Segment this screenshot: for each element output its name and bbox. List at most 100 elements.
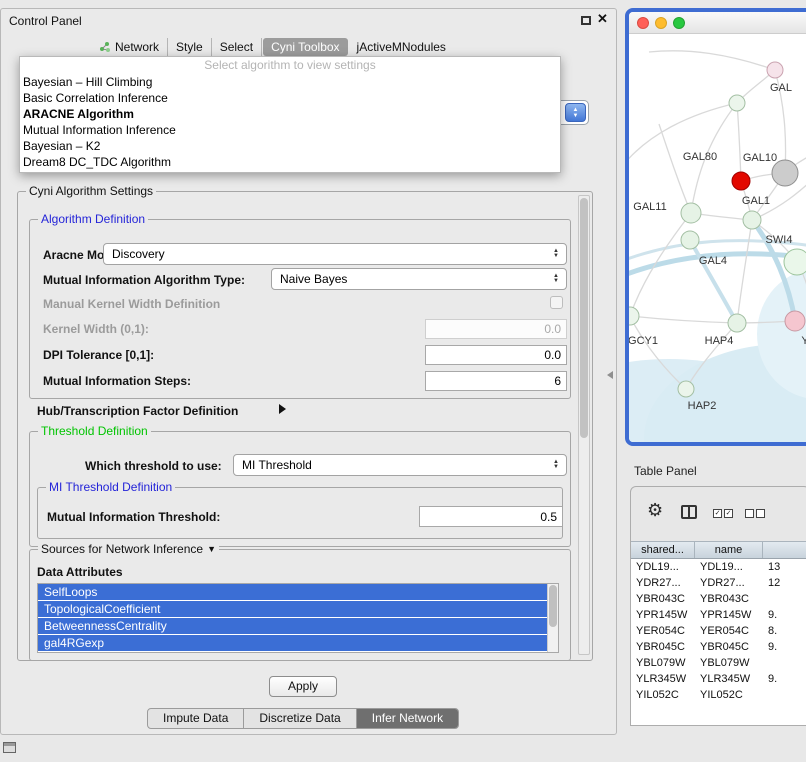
- combo-arrows-icon: ▲ ▼: [550, 460, 566, 470]
- which-threshold-combobox[interactable]: MI Threshold ▲ ▼: [233, 454, 567, 476]
- table-cell[interactable]: YLR345W: [695, 673, 763, 685]
- network-node[interactable]: [767, 62, 783, 78]
- network-node[interactable]: [785, 311, 805, 331]
- table-cell[interactable]: YBR045C: [695, 641, 763, 653]
- columns-icon[interactable]: [681, 505, 697, 519]
- network-window-titlebar[interactable]: [629, 12, 806, 34]
- tab-cyni-toolbox[interactable]: Cyni Toolbox: [263, 38, 347, 56]
- network-node-highlighted[interactable]: [732, 172, 750, 190]
- select-all-icon[interactable]: ✓: [724, 509, 733, 518]
- settings-scrollbar[interactable]: [578, 195, 590, 655]
- sources-title[interactable]: Sources for Network Inference ▼: [38, 542, 219, 556]
- network-node[interactable]: [681, 203, 701, 223]
- table-cell[interactable]: 9.: [763, 673, 806, 685]
- table-cell[interactable]: 12: [763, 577, 806, 589]
- settings-gear-icon[interactable]: ⚙: [647, 501, 663, 519]
- table-cell[interactable]: YBL079W: [695, 657, 763, 669]
- network-node[interactable]: [629, 307, 639, 325]
- column-header[interactable]: [763, 542, 806, 558]
- list-item-selected[interactable]: gal4RGexp: [38, 635, 547, 652]
- table-cell[interactable]: YLR345W: [631, 673, 695, 685]
- manual-kernel-checkbox[interactable]: [550, 296, 563, 309]
- table-cell[interactable]: YPR145W: [631, 609, 695, 621]
- tab-style[interactable]: Style: [168, 38, 212, 56]
- table-body: YDL19... YDL19... 13 YDR27... YDR27... 1…: [631, 559, 806, 725]
- network-view-window[interactable]: GAL GAL80 GAL10 GAL11 GAL1 SWI4 GAL4 GCY…: [625, 8, 806, 446]
- splitter-collapse-icon[interactable]: [607, 371, 613, 379]
- mi-algorithm-type-combobox[interactable]: Naive Bayes ▲ ▼: [271, 268, 567, 290]
- tab-network[interactable]: Network: [91, 38, 168, 56]
- aracne-mode-combobox[interactable]: Discovery ▲ ▼: [103, 243, 567, 265]
- dpi-tolerance-field[interactable]: [425, 345, 567, 365]
- mi-threshold-label: Mutual Information Threshold:: [47, 510, 220, 524]
- close-icon[interactable]: ✕: [597, 11, 608, 27]
- list-item-selected[interactable]: BetweennessCentrality: [38, 618, 547, 635]
- network-node[interactable]: [728, 314, 746, 332]
- network-canvas[interactable]: GAL GAL80 GAL10 GAL11 GAL1 SWI4 GAL4 GCY…: [629, 34, 806, 442]
- table-cell[interactable]: YIL052C: [695, 689, 763, 701]
- deselect-all-icon[interactable]: [745, 509, 754, 518]
- table-cell[interactable]: YDR27...: [695, 577, 763, 589]
- mi-threshold-title: MI Threshold Definition: [46, 480, 175, 494]
- apply-button[interactable]: Apply: [269, 676, 337, 697]
- network-node[interactable]: [681, 231, 699, 249]
- network-node[interactable]: [678, 381, 694, 397]
- dropdown-item[interactable]: Bayesian – Hill Climbing: [20, 74, 560, 90]
- collapse-right-icon[interactable]: [279, 404, 286, 414]
- table-cell[interactable]: 13: [763, 561, 806, 573]
- dropdown-item-selected[interactable]: ARACNE Algorithm: [20, 106, 560, 122]
- table-cell[interactable]: YBR043C: [631, 593, 695, 605]
- restore-panel-icon[interactable]: [3, 742, 16, 753]
- tab-discretize-data[interactable]: Discretize Data: [244, 709, 356, 728]
- table-cell[interactable]: YDR27...: [631, 577, 695, 589]
- data-attributes-label: Data Attributes: [37, 565, 123, 579]
- column-header[interactable]: name: [695, 542, 763, 558]
- dropdown-item[interactable]: Basic Correlation Inference: [20, 90, 560, 106]
- hub-section-label[interactable]: Hub/Transcription Factor Definition: [37, 404, 238, 418]
- float-window-icon[interactable]: [581, 16, 591, 25]
- table-cell[interactable]: 9.: [763, 609, 806, 621]
- kernel-width-field[interactable]: [425, 319, 567, 339]
- deselect-all-icon[interactable]: [756, 509, 765, 518]
- bottom-tabs: Impute Data Discretize Data Infer Networ…: [147, 708, 459, 729]
- tab-label: Style: [176, 40, 203, 54]
- network-node[interactable]: [743, 211, 761, 229]
- dropdown-item[interactable]: Mutual Information Inference: [20, 122, 560, 138]
- minimize-traffic-light-icon[interactable]: [655, 17, 667, 29]
- network-node[interactable]: [784, 249, 806, 275]
- tab-label: Select: [220, 40, 253, 54]
- table-cell[interactable]: YBL079W: [631, 657, 695, 669]
- table-cell[interactable]: YDL19...: [631, 561, 695, 573]
- table-cell[interactable]: YER054C: [631, 625, 695, 637]
- close-traffic-light-icon[interactable]: [637, 17, 649, 29]
- table-cell[interactable]: 8.: [763, 625, 806, 637]
- list-item-selected[interactable]: SelfLoops: [38, 584, 547, 601]
- column-header[interactable]: shared...: [631, 542, 695, 558]
- list-item-selected[interactable]: TopologicalCoefficient: [38, 601, 547, 618]
- zoom-traffic-light-icon[interactable]: [673, 17, 685, 29]
- table-cell[interactable]: YDL19...: [695, 561, 763, 573]
- table-cell[interactable]: YIL052C: [631, 689, 695, 701]
- dropdown-item[interactable]: Bayesian – K2: [20, 138, 560, 154]
- network-node[interactable]: [729, 95, 745, 111]
- mi-threshold-field[interactable]: [419, 506, 563, 527]
- table-cell[interactable]: YBR043C: [695, 593, 763, 605]
- list-scrollbar-thumb[interactable]: [549, 585, 557, 627]
- tab-impute-data[interactable]: Impute Data: [148, 709, 244, 728]
- mi-steps-field[interactable]: [425, 371, 567, 391]
- table-cell[interactable]: YBR045C: [631, 641, 695, 653]
- table-cell[interactable]: YPR145W: [695, 609, 763, 621]
- select-all-icon[interactable]: ✓: [713, 509, 722, 518]
- table-cell[interactable]: YER054C: [695, 625, 763, 637]
- threshold-definition-title: Threshold Definition: [38, 424, 151, 438]
- dropdown-item[interactable]: Dream8 DC_TDC Algorithm: [20, 154, 560, 170]
- tab-select[interactable]: Select: [212, 38, 262, 56]
- data-attributes-list[interactable]: SelfLoops TopologicalCoefficient Between…: [37, 583, 559, 653]
- tab-infer-network[interactable]: Infer Network: [357, 709, 458, 728]
- tab-jactivemnodules[interactable]: jActiveMNodules: [349, 38, 454, 56]
- table-cell[interactable]: 9.: [763, 641, 806, 653]
- combobox-stepper-icon[interactable]: ▲ ▼: [565, 103, 586, 122]
- settings-scrollbar-thumb[interactable]: [580, 198, 588, 438]
- list-scrollbar[interactable]: [547, 584, 558, 652]
- node-label: GAL4: [699, 255, 727, 267]
